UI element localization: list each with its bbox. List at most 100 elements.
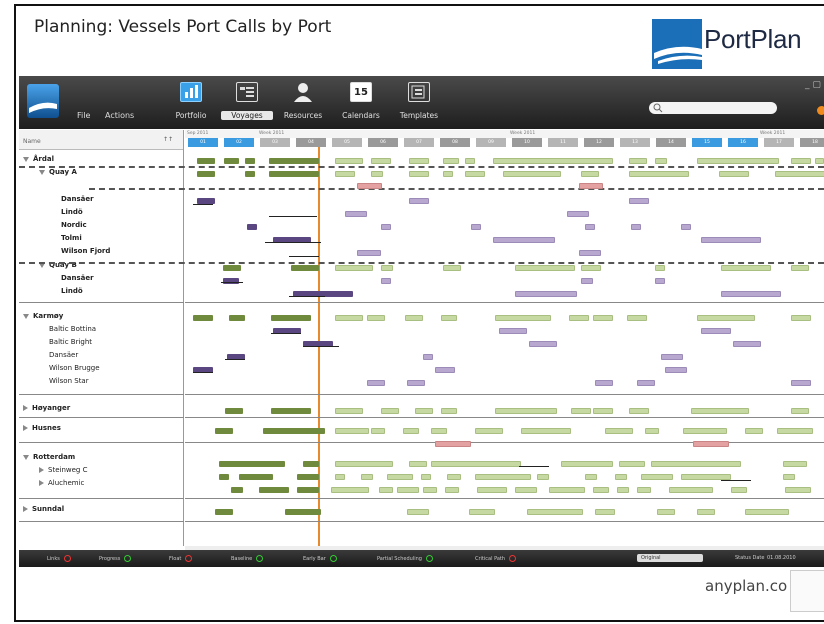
resources-button[interactable]: Resources bbox=[283, 80, 323, 126]
gantt-bar[interactable] bbox=[581, 171, 599, 177]
gantt-bar[interactable] bbox=[745, 428, 763, 434]
status-toggle[interactable]: Baseline bbox=[231, 555, 264, 562]
baseline-select[interactable]: Original bbox=[637, 554, 703, 562]
tree-row[interactable]: Lindö bbox=[61, 208, 83, 216]
collapse-arrow-icon[interactable] bbox=[23, 506, 28, 512]
gantt-bar[interactable] bbox=[231, 487, 243, 493]
gantt-bar[interactable] bbox=[443, 265, 461, 271]
gantt-bar[interactable] bbox=[815, 158, 824, 164]
gantt-bar[interactable] bbox=[475, 428, 503, 434]
gantt-bar[interactable] bbox=[381, 265, 393, 271]
gantt-bar[interactable] bbox=[745, 509, 789, 515]
voyages-button[interactable]: Voyages bbox=[221, 80, 273, 126]
gantt-bar[interactable] bbox=[245, 158, 255, 164]
gantt-bar[interactable] bbox=[515, 487, 537, 493]
gantt-bar[interactable] bbox=[665, 367, 687, 373]
gantt-bar[interactable] bbox=[733, 341, 761, 347]
gantt-bar[interactable] bbox=[215, 509, 233, 515]
gantt-bar[interactable] bbox=[381, 278, 391, 284]
gantt-bar[interactable] bbox=[445, 487, 459, 493]
gantt-bar[interactable] bbox=[503, 171, 561, 177]
gantt-bar[interactable] bbox=[701, 237, 761, 243]
gantt-bar[interactable] bbox=[297, 487, 319, 493]
gantt-bar[interactable] bbox=[475, 474, 531, 480]
status-toggle[interactable]: Float bbox=[169, 555, 193, 562]
gantt-bar[interactable] bbox=[297, 474, 319, 480]
gantt-bar[interactable] bbox=[549, 487, 585, 493]
gantt-bar[interactable] bbox=[269, 171, 319, 177]
gantt-bar[interactable] bbox=[405, 315, 423, 321]
gantt-bar[interactable] bbox=[259, 487, 289, 493]
expand-arrow-icon[interactable] bbox=[39, 169, 45, 175]
gantt-bar[interactable] bbox=[731, 487, 747, 493]
tree-row[interactable]: Wilson Fjord bbox=[61, 247, 110, 255]
gantt-bar[interactable] bbox=[629, 158, 647, 164]
gantt-bar[interactable] bbox=[629, 408, 649, 414]
gantt-bar[interactable] bbox=[719, 171, 749, 177]
gantt-bar[interactable] bbox=[527, 509, 583, 515]
gantt-bar[interactable] bbox=[335, 158, 363, 164]
gantt-bar[interactable] bbox=[655, 278, 665, 284]
tree-row[interactable]: Tolmi bbox=[61, 234, 82, 242]
gantt-bar[interactable] bbox=[631, 224, 641, 230]
gantt-bar[interactable] bbox=[777, 428, 813, 434]
gantt-bar[interactable] bbox=[593, 487, 609, 493]
gantt-bar[interactable] bbox=[357, 250, 381, 256]
gantt-bar[interactable] bbox=[193, 315, 213, 321]
tree-row[interactable]: Wilson Star bbox=[49, 377, 89, 385]
gantt-bar[interactable] bbox=[655, 158, 667, 164]
gantt-bar[interactable] bbox=[215, 428, 233, 434]
gantt-bar[interactable] bbox=[335, 171, 355, 177]
gantt-bar[interactable] bbox=[493, 237, 555, 243]
gantt-bar[interactable] bbox=[223, 278, 239, 284]
gantt-bar[interactable] bbox=[335, 474, 345, 480]
tree-row[interactable]: Baltic Bright bbox=[49, 338, 92, 346]
gantt-bar[interactable] bbox=[409, 198, 429, 204]
gantt-bar[interactable] bbox=[381, 408, 399, 414]
tree-row[interactable]: Dansäer bbox=[49, 351, 78, 359]
tree-row[interactable]: Steinweg C bbox=[39, 466, 87, 474]
gantt-bar[interactable] bbox=[423, 354, 433, 360]
gantt-bar[interactable] bbox=[791, 315, 811, 321]
gantt-bar[interactable] bbox=[381, 224, 391, 230]
gantt-bar[interactable] bbox=[407, 380, 425, 386]
gantt-bar[interactable] bbox=[441, 408, 457, 414]
gantt-bar[interactable] bbox=[515, 265, 575, 271]
gantt-bar[interactable] bbox=[571, 408, 591, 414]
gantt-bar[interactable] bbox=[379, 487, 393, 493]
gantt-bar[interactable] bbox=[421, 474, 431, 480]
gantt-bar[interactable] bbox=[331, 487, 369, 493]
tree-row[interactable]: Dansäer bbox=[61, 274, 94, 282]
gantt-bar[interactable] bbox=[585, 474, 597, 480]
tree-row[interactable]: Aluchemic bbox=[39, 479, 84, 487]
collapse-arrow-icon[interactable] bbox=[39, 467, 44, 473]
gantt-bar[interactable] bbox=[657, 509, 675, 515]
gantt-bar[interactable] bbox=[409, 171, 429, 177]
gantt-bar[interactable] bbox=[493, 158, 613, 164]
gantt-bar[interactable] bbox=[435, 441, 471, 447]
gantt-bar[interactable] bbox=[443, 171, 453, 177]
gantt-bar[interactable] bbox=[521, 428, 571, 434]
gantt-bar[interactable] bbox=[697, 315, 755, 321]
gantt-bar[interactable] bbox=[471, 224, 481, 230]
gantt-bar[interactable] bbox=[441, 315, 457, 321]
gantt-bar[interactable] bbox=[581, 278, 593, 284]
status-toggle[interactable]: Critical Path bbox=[475, 555, 517, 562]
gantt-bar[interactable] bbox=[495, 408, 557, 414]
gantt-bar[interactable] bbox=[629, 171, 689, 177]
gantt-bar[interactable] bbox=[247, 224, 257, 230]
gantt-bar[interactable] bbox=[423, 487, 437, 493]
tree-row[interactable]: Sunndal bbox=[23, 505, 64, 513]
tree-row[interactable]: Høyanger bbox=[23, 404, 70, 412]
gantt-bar[interactable] bbox=[581, 265, 601, 271]
gantt-bar[interactable] bbox=[567, 211, 589, 217]
tree-row[interactable]: Nordic bbox=[61, 221, 87, 229]
collapse-arrow-icon[interactable] bbox=[23, 405, 28, 411]
gantt-bar[interactable] bbox=[271, 408, 311, 414]
sort-icon[interactable]: ↑↑ bbox=[163, 136, 173, 143]
gantt-bar[interactable] bbox=[371, 428, 385, 434]
gantt-bar[interactable] bbox=[245, 171, 255, 177]
gantt-bar[interactable] bbox=[219, 474, 229, 480]
templates-button[interactable]: Templates bbox=[399, 80, 439, 126]
gantt-bar[interactable] bbox=[219, 461, 285, 467]
